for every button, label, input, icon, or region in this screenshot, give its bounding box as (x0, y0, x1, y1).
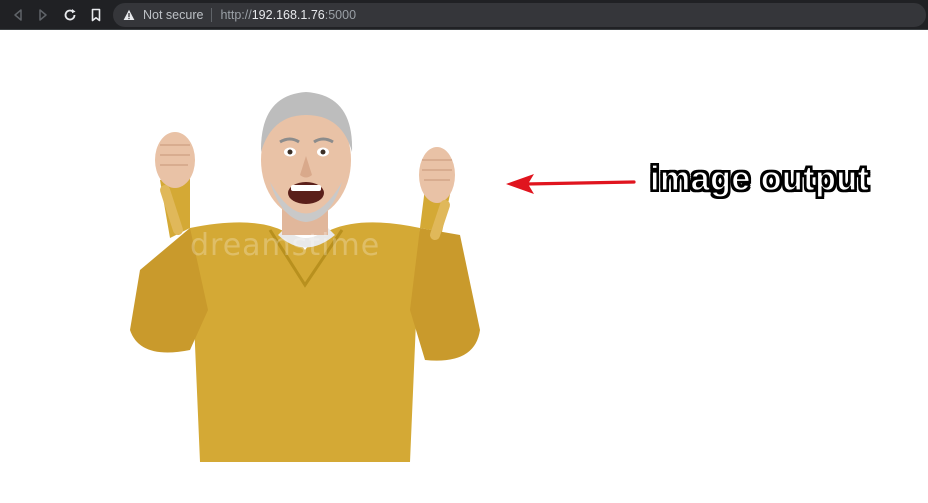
bookmark-button[interactable] (86, 5, 106, 25)
annotation-arrow (506, 174, 636, 194)
forward-button[interactable] (33, 5, 53, 25)
omnibox-divider (211, 8, 213, 22)
reload-button[interactable] (60, 5, 80, 25)
reload-icon (64, 9, 76, 21)
browser-toolbar: Not secure http:// 192.168.1.76 :5000 (0, 0, 928, 30)
bookmark-icon (91, 8, 101, 22)
url-host: 192.168.1.76 (251, 8, 325, 22)
url-port: :5000 (324, 8, 357, 22)
image-watermark: dreamstime (190, 228, 381, 263)
warning-icon[interactable] (123, 9, 135, 21)
page-content: dreamstime image output (0, 30, 928, 503)
forward-icon (39, 9, 47, 21)
back-icon (14, 9, 22, 21)
annotation-label: image output (649, 159, 870, 198)
url-scheme: http:// (220, 8, 252, 22)
back-button[interactable] (8, 5, 28, 25)
address-bar[interactable]: Not secure http:// 192.168.1.76 :5000 (113, 3, 926, 27)
security-status[interactable]: Not secure (143, 8, 203, 22)
